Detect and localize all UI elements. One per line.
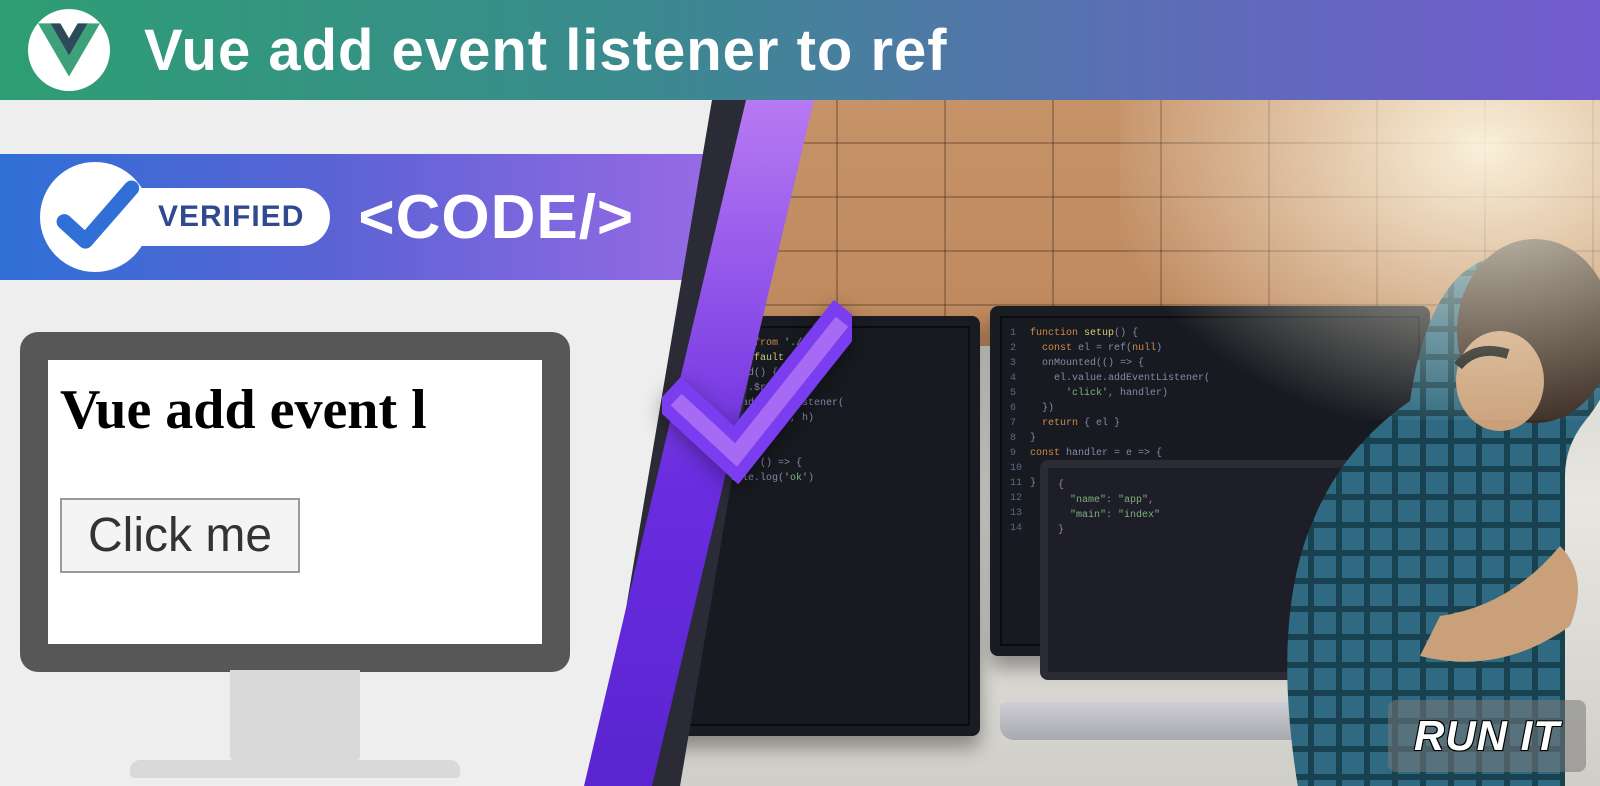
scene-laptop: { "name": "app", "main": "index"} (1000, 460, 1470, 740)
giant-checkmark-icon (662, 300, 852, 490)
run-it-button[interactable]: RUN IT (1388, 700, 1586, 772)
demo-monitor: Vue add event l Click me (20, 332, 570, 778)
monitor-stand (230, 670, 360, 760)
verified-code-banner: VERIFIED <CODE/> (0, 154, 728, 280)
thumbnail-root: Vue add event listener to ref VERIFIED <… (0, 0, 1600, 786)
header-bar: Vue add event listener to ref (0, 0, 1600, 100)
monitor-bezel: Vue add event l Click me (20, 332, 570, 672)
page-title: Vue add event listener to ref (144, 17, 948, 84)
verified-badge: VERIFIED (40, 162, 330, 272)
demo-heading: Vue add event l (60, 378, 530, 442)
checkmark-icon (40, 162, 150, 272)
monitor-screen: Vue add event l Click me (48, 360, 542, 644)
click-me-button[interactable]: Click me (60, 498, 300, 573)
monitor-base (130, 760, 460, 778)
code-label: <CODE/> (358, 182, 634, 253)
vue-logo-icon (28, 9, 110, 91)
